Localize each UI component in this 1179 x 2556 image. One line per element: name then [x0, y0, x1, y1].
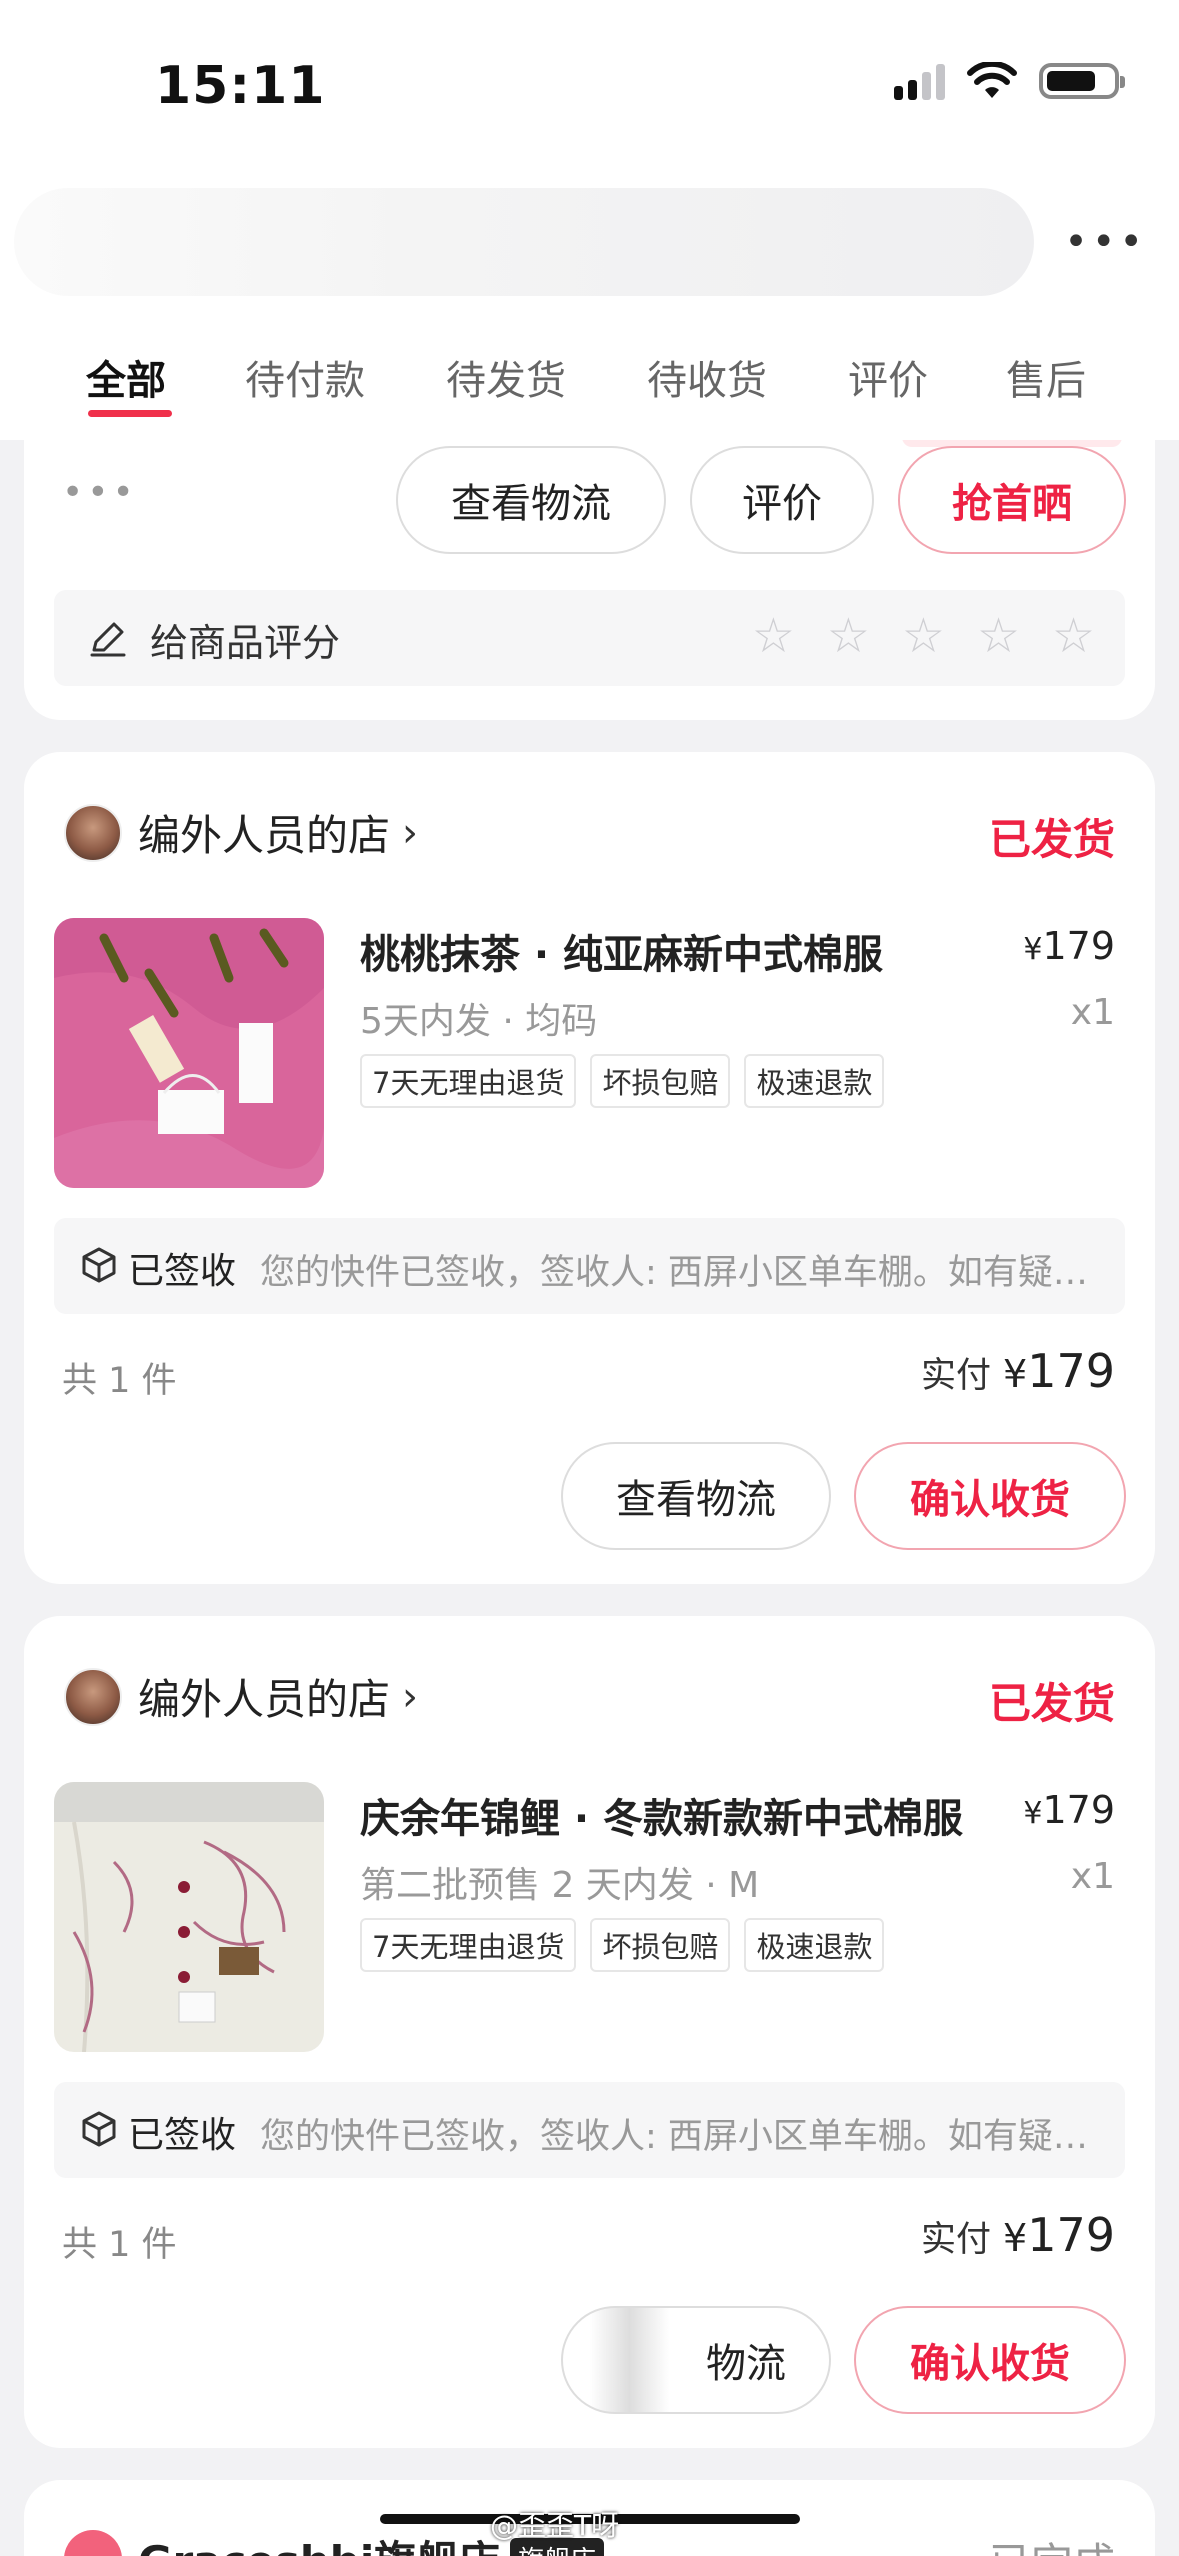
confirm-receipt-button[interactable]: 确认收货	[854, 1442, 1126, 1550]
service-tag: 极速退款	[744, 1918, 885, 1972]
star-icon[interactable]: ☆	[827, 612, 870, 660]
chevron-right-icon: ›	[402, 809, 419, 856]
rating-stars[interactable]: ☆ ☆ ☆ ☆ ☆	[752, 612, 1095, 660]
star-icon[interactable]: ☆	[977, 612, 1020, 660]
status-icons	[894, 62, 1125, 100]
product-name[interactable]: 桃桃抹茶 · 纯亚麻新中式棉服	[360, 922, 883, 980]
order-status: 已发货	[988, 815, 1115, 864]
service-tag: 坏损包赔	[590, 1918, 731, 1972]
logistics-message: 您的快件已签收，签收人: 西屏小区单车棚。如有疑问请联系	[260, 2117, 1100, 2157]
shop-name: 编外人员的店	[138, 811, 391, 860]
order-card[interactable]: 编外人员的店 › 已发货 庆余年锦鲤 · 冬款新款新中式棉服 ¥179 第二批预…	[24, 1616, 1155, 2448]
tab-all[interactable]: 全部	[86, 348, 166, 406]
product-image	[54, 918, 324, 1188]
wifi-icon	[967, 62, 1017, 98]
product-spec: 5天内发 · 均码	[360, 1001, 598, 1042]
order-status: 已发货	[988, 1679, 1115, 1728]
order-card[interactable]: 编外人员的店 › 已发货 桃桃抹茶 · 纯亚麻新中式棉服 ¥179 5天内发 ·…	[24, 752, 1155, 1584]
product-rating-bar[interactable]: 给商品评分 ☆ ☆ ☆ ☆ ☆	[54, 590, 1125, 686]
rating-label: 给商品评分	[150, 621, 341, 665]
product-spec: 第二批预售 2 天内发 · M	[360, 1865, 760, 1906]
tab-active-indicator	[88, 410, 172, 417]
review-button[interactable]: 评价	[690, 446, 874, 554]
service-tag: 极速退款	[744, 1054, 885, 1108]
shop-avatar	[64, 803, 122, 862]
product-name[interactable]: 庆余年锦鲤 · 冬款新款新中式棉服	[360, 1786, 963, 1844]
shop-name: 编外人员的店	[138, 1675, 391, 1724]
logistics-status: 已签收	[128, 2115, 237, 2156]
search-bar[interactable]	[14, 188, 1034, 296]
watermark: @歪歪T呀	[490, 2509, 620, 2542]
paid-total: 实付 ¥ 179	[920, 1344, 1115, 1398]
view-logistics-button[interactable]: 物流	[561, 2306, 831, 2414]
star-icon[interactable]: ☆	[752, 612, 795, 660]
product-thumbnail[interactable]	[54, 1782, 324, 2052]
logistics-summary[interactable]: 已签收 您的快件已签收，签收人: 西屏小区单车棚。如有疑问请联系	[54, 2082, 1125, 2178]
tab-pending-payment[interactable]: 待付款	[245, 348, 365, 406]
more-actions-icon[interactable]: •••	[62, 472, 138, 513]
pencil-icon	[90, 622, 126, 657]
tab-pending-shipment[interactable]: 待发货	[446, 348, 566, 406]
product-price: ¥179	[1023, 1788, 1115, 1832]
star-icon[interactable]: ☆	[902, 612, 945, 660]
chevron-right-icon: ›	[402, 1673, 419, 1720]
service-tags: 7天无理由退货 坏损包赔 极速退款	[360, 1054, 885, 1108]
paid-total: 实付 ¥ 179	[920, 2208, 1115, 2262]
logistics-message: 您的快件已签收，签收人: 西屏小区单车棚。如有疑问请联系	[260, 1253, 1100, 1293]
service-tags: 7天无理由退货 坏损包赔 极速退款	[360, 1918, 885, 1972]
top-header: 15:11 ••• 全部 待付款 待发货 待收货 评价 售后	[0, 0, 1179, 440]
view-logistics-button[interactable]: 查看物流	[561, 1442, 831, 1550]
product-price: ¥179	[1023, 924, 1115, 968]
product-thumbnail[interactable]	[54, 918, 324, 1188]
status-time: 15:11	[155, 56, 326, 116]
product-quantity: x1	[1070, 992, 1115, 1033]
item-count: 共 1 件	[62, 1361, 177, 1401]
service-tag: 7天无理由退货	[360, 1918, 577, 1972]
cellular-signal-icon	[894, 62, 945, 100]
product-quantity: x1	[1070, 1856, 1115, 1897]
shop-avatar	[64, 2529, 122, 2556]
logistics-status: 已签收	[128, 1251, 237, 1292]
view-logistics-button[interactable]: 查看物流	[396, 446, 666, 554]
more-options-icon[interactable]: •••	[1064, 222, 1147, 262]
order-status: 已完成	[989, 2530, 1115, 2556]
product-image	[54, 1782, 324, 2052]
star-icon[interactable]: ☆	[1052, 612, 1095, 660]
tab-after-sales[interactable]: 售后	[1006, 348, 1086, 406]
logistics-summary[interactable]: 已签收 您的快件已签收，签收人: 西屏小区单车棚。如有疑问请联系	[54, 1218, 1125, 1314]
shop-link[interactable]: 编外人员的店 ›	[64, 1666, 418, 1727]
confirm-receipt-button[interactable]: 确认收货	[854, 2306, 1126, 2414]
item-count: 共 1 件	[62, 2225, 177, 2265]
service-tag: 坏损包赔	[590, 1054, 731, 1108]
service-tag: 7天无理由退货	[360, 1054, 577, 1108]
package-icon	[82, 2111, 116, 2147]
battery-icon	[1039, 63, 1125, 99]
shop-avatar	[64, 1667, 122, 1726]
package-icon	[82, 1247, 116, 1283]
tab-pending-receipt[interactable]: 待收货	[647, 348, 767, 406]
shop-link[interactable]: 编外人员的店 ›	[64, 802, 418, 863]
tab-review[interactable]: 评价	[848, 348, 928, 406]
order-tabs: 全部 待付款 待发货 待收货 评价 售后	[0, 340, 1179, 440]
first-review-button[interactable]: 抢首晒	[898, 446, 1126, 554]
shop-name: Graceshbi旗舰店	[138, 2528, 500, 2556]
